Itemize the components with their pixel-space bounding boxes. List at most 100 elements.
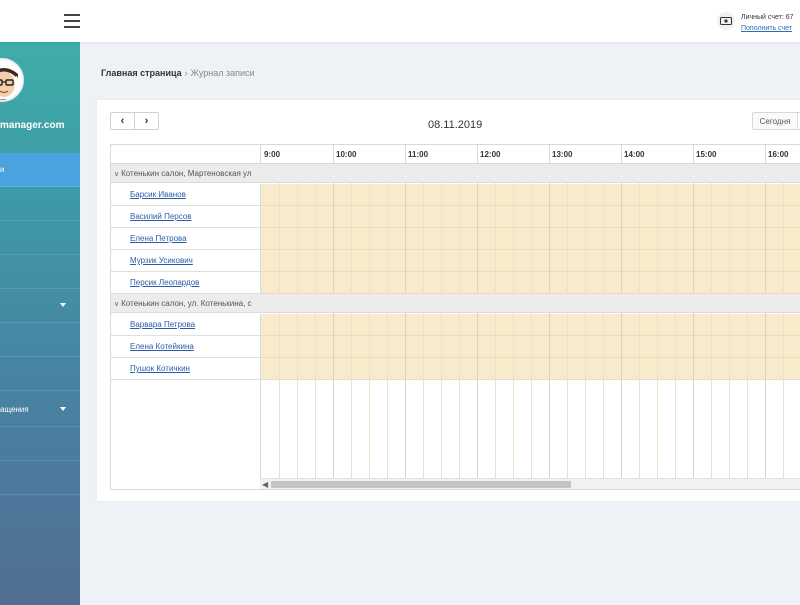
menu-icon[interactable] xyxy=(64,14,80,28)
resource-link[interactable]: Пушок Котичкин xyxy=(130,364,190,373)
group-label: ∨ Котенькин салон, ул. Котенькина, с xyxy=(114,299,261,308)
sidebar-item-7[interactable] xyxy=(0,357,80,391)
sidebar-item-4[interactable] xyxy=(0,255,80,289)
wallet-icon xyxy=(717,12,735,30)
account-balance: Личный счет: 67 xyxy=(741,14,794,21)
timeline-grid-line xyxy=(495,164,496,489)
user-avatar[interactable] xyxy=(0,58,24,102)
group-name: Котенькин салон, ул. Котенькина, с xyxy=(121,299,252,308)
resource-link[interactable]: Василий Персов xyxy=(130,212,192,221)
topup-link[interactable]: Пополнить счет xyxy=(741,25,792,32)
timeline-grid-line xyxy=(693,164,694,489)
timeline-grid-line xyxy=(549,164,550,489)
timeline-grid-line xyxy=(351,164,352,489)
sidebar: manager.com и ащения xyxy=(0,0,80,605)
group-label: ∨ Котенькин салон, Мартеновская ул xyxy=(114,169,261,178)
time-slot-label: 13:00 xyxy=(552,150,573,159)
resource-row: Елена Петрова xyxy=(111,228,261,250)
sidebar-item-2[interactable] xyxy=(0,187,80,221)
resource-row: Василий Персов xyxy=(111,206,261,228)
timeline-grid-line xyxy=(531,164,532,489)
timeline-grid-line xyxy=(729,164,730,489)
sidebar-item-label: ащения xyxy=(0,405,29,414)
timeline xyxy=(261,164,800,489)
timeline-grid-line xyxy=(369,164,370,489)
breadcrumb-separator: › xyxy=(184,68,188,78)
scheduler-header: 9:00 10:00 11:00 12:00 13:00 14:00 15:00 16:00 xyxy=(111,145,800,164)
today-button[interactable]: Сегодня xyxy=(752,112,798,130)
sidebar-item-9[interactable] xyxy=(0,427,80,461)
resource-row: Персик Леопардов xyxy=(111,272,261,294)
timeline-grid-line xyxy=(405,164,406,489)
timeline-grid-line xyxy=(513,164,514,489)
chevron-down-icon[interactable]: ∨ xyxy=(114,300,119,308)
time-divider xyxy=(477,145,478,164)
resource-empty-area xyxy=(111,380,261,489)
scrollbar-thumb[interactable] xyxy=(271,481,571,488)
prev-day-button[interactable]: ‹ xyxy=(111,113,135,129)
timeline-grid-line xyxy=(423,164,424,489)
group-name: Котенькин салон, Мартеновская ул xyxy=(121,169,252,178)
group-row[interactable]: ∨ Котенькин салон, Мартеновская ул xyxy=(111,164,800,183)
resource-link[interactable]: Елена Петрова xyxy=(130,234,187,243)
sidebar-item-1[interactable]: и xyxy=(0,153,80,187)
resource-link[interactable]: Варвара Петрова xyxy=(130,320,195,329)
timeline-grid-line xyxy=(657,164,658,489)
time-slot-label: 15:00 xyxy=(696,150,717,159)
sidebar-item-10[interactable] xyxy=(0,461,80,495)
next-day-button[interactable]: › xyxy=(135,113,158,129)
time-slot-label: 16:00 xyxy=(768,150,789,159)
date-nav: ‹ › xyxy=(110,112,159,130)
timeline-grid-line xyxy=(297,164,298,489)
timeline-grid-line xyxy=(711,164,712,489)
timeline-grid-line xyxy=(675,164,676,489)
resource-link[interactable]: Персик Леопардов xyxy=(130,278,199,287)
chevron-down-icon xyxy=(60,303,66,307)
timeline-grid-line xyxy=(315,164,316,489)
time-divider xyxy=(549,145,550,164)
timeline-grid-line xyxy=(333,164,334,489)
resource-link[interactable]: Елена Котейкина xyxy=(130,342,194,351)
timeline-grid-line xyxy=(477,164,478,489)
timeline-grid-line xyxy=(585,164,586,489)
sidebar-item-3[interactable] xyxy=(0,221,80,255)
time-divider xyxy=(405,145,406,164)
group-row[interactable]: ∨ Котенькин салон, ул. Котенькина, с xyxy=(111,294,800,313)
chevron-down-icon[interactable]: ∨ xyxy=(114,170,119,178)
sidebar-item-8[interactable]: ащения xyxy=(0,393,80,427)
current-date: 08.11.2019 xyxy=(428,119,483,131)
sidebar-item-5[interactable] xyxy=(0,289,80,323)
timeline-grid-line xyxy=(459,164,460,489)
time-slot-label: 12:00 xyxy=(480,150,501,159)
user-email: manager.com xyxy=(0,120,65,131)
time-divider xyxy=(621,145,622,164)
timeline-grid-line xyxy=(621,164,622,489)
scroll-left-icon[interactable]: ◀ xyxy=(262,480,268,489)
sidebar-item-label: и xyxy=(0,165,5,174)
timeline-grid-line xyxy=(603,164,604,489)
timeline-grid-line xyxy=(441,164,442,489)
resource-row: Пушок Котичкин xyxy=(111,358,261,380)
time-divider xyxy=(765,145,766,164)
resource-row: Елена Котейкина xyxy=(111,336,261,358)
resource-header xyxy=(111,145,261,164)
timeline-grid-line xyxy=(783,164,784,489)
timeline-grid-line xyxy=(639,164,640,489)
scheduler: 9:00 10:00 11:00 12:00 13:00 14:00 15:00 16:00 … xyxy=(110,144,800,490)
resource-link[interactable]: Мурзик Усикович xyxy=(130,256,193,265)
timeline-grid-line xyxy=(279,164,280,489)
breadcrumb: Главная страница › Журнал записи xyxy=(101,68,255,78)
time-slot-label: 14:00 xyxy=(624,150,645,159)
sidebar-item-6[interactable] xyxy=(0,323,80,357)
breadcrumb-current: Журнал записи xyxy=(190,68,255,78)
timeline-grid-line xyxy=(765,164,766,489)
resource-link[interactable]: Барсик Иванов xyxy=(130,190,186,199)
time-slot-label: 10:00 xyxy=(336,150,357,159)
breadcrumb-home[interactable]: Главная страница xyxy=(101,68,182,78)
chevron-down-icon xyxy=(60,407,66,411)
time-slot-label: 11:00 xyxy=(408,150,429,159)
resource-row: Барсик Иванов xyxy=(111,184,261,206)
timeline-grid-line xyxy=(387,164,388,489)
horizontal-scrollbar[interactable]: ◀ xyxy=(260,478,800,489)
resource-row: Мурзик Усикович xyxy=(111,250,261,272)
